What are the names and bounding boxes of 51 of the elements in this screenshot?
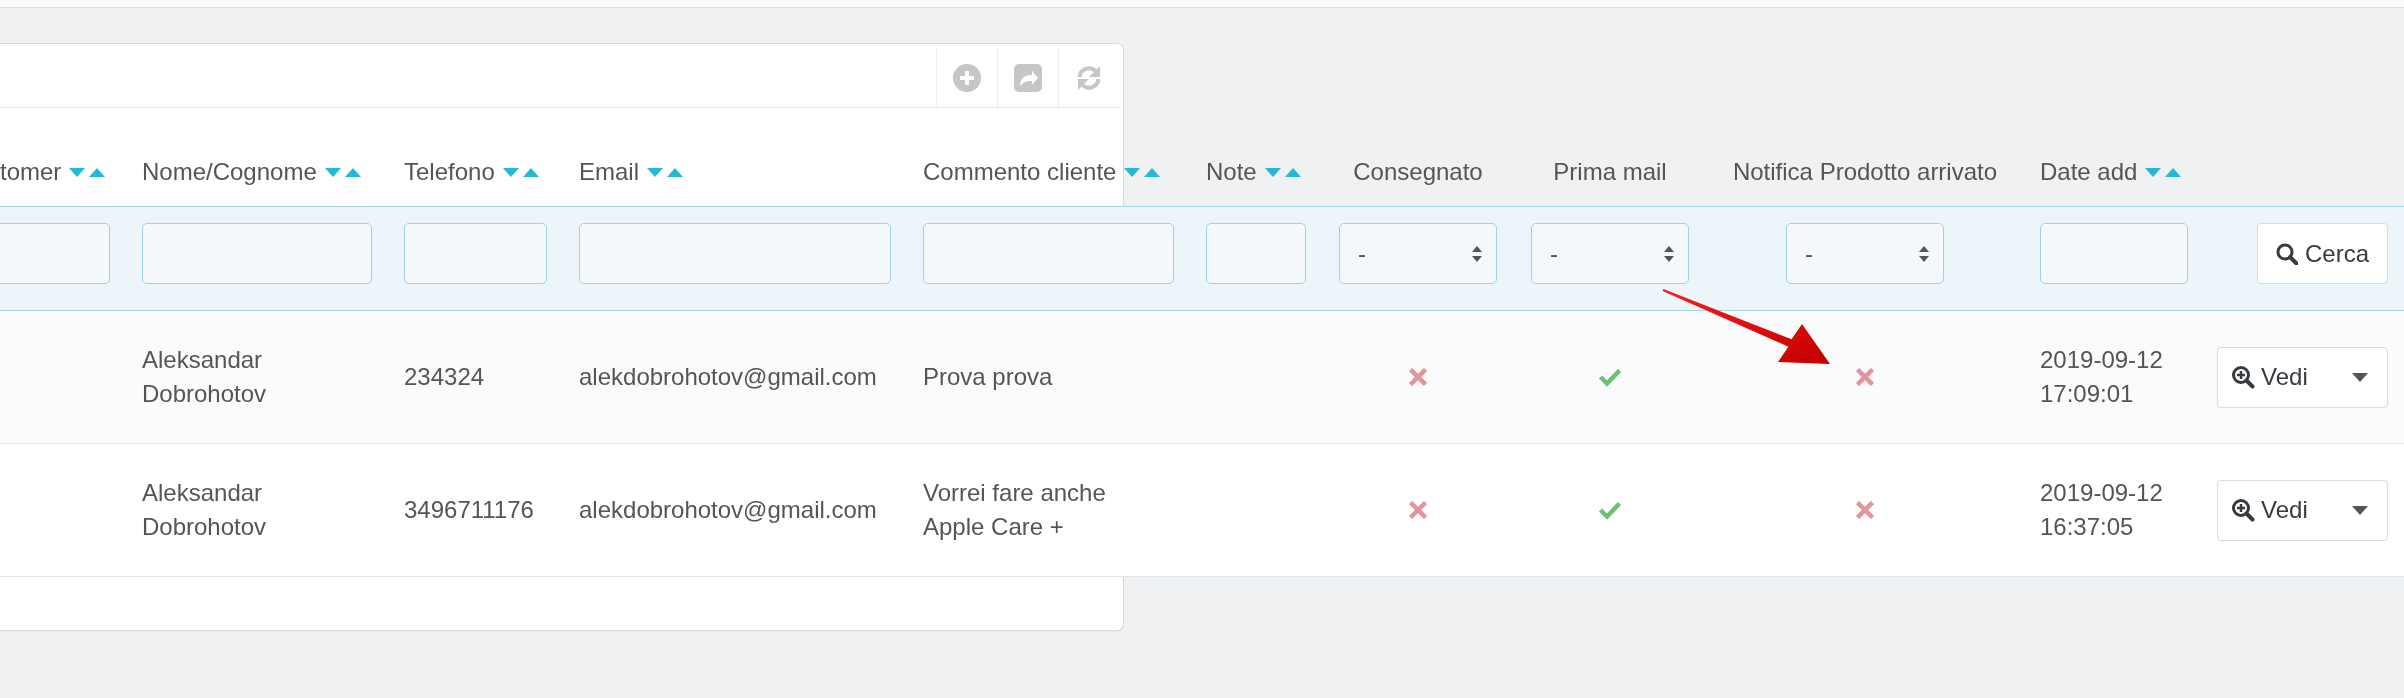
search-icon bbox=[2276, 242, 2298, 265]
zoom-in-icon bbox=[2231, 365, 2255, 389]
filter-select[interactable]: - bbox=[1339, 223, 1497, 284]
filter-input[interactable] bbox=[142, 223, 372, 284]
column-header: tomer bbox=[0, 157, 62, 187]
view-button[interactable]: Vedi bbox=[2218, 480, 2322, 540]
refresh-icon[interactable] bbox=[1075, 63, 1103, 92]
email-address: alekdobrohotov@gmail.com bbox=[579, 495, 877, 525]
email-address: alekdobrohotov@gmail.com bbox=[579, 362, 877, 392]
date-added: 2019-09-12 16:37:05 bbox=[2040, 478, 2164, 542]
updown-arrows-icon bbox=[1919, 244, 1929, 263]
updown-arrows-icon bbox=[1472, 244, 1482, 263]
filter-input[interactable] bbox=[579, 223, 891, 284]
filter-input[interactable] bbox=[2040, 223, 2188, 284]
column-header: Notifica Prodotto arrivato bbox=[1732, 157, 1998, 187]
filter-input[interactable] bbox=[404, 223, 547, 284]
sort-arrows-icon[interactable] bbox=[2145, 167, 2182, 177]
share-icon[interactable] bbox=[1014, 63, 1042, 92]
filter-select[interactable]: - bbox=[1786, 223, 1944, 284]
customer-name: Aleksandar Dobrohotov bbox=[142, 478, 268, 542]
caret-down-icon bbox=[2351, 505, 2368, 515]
phone-number: 234324 bbox=[404, 362, 485, 392]
caret-down-icon bbox=[2351, 372, 2368, 382]
customer-comment: Prova prova bbox=[923, 362, 1053, 392]
column-header: Commento cliente bbox=[923, 157, 1117, 187]
updown-arrows-icon bbox=[1664, 244, 1674, 263]
filter-select[interactable]: - bbox=[1531, 223, 1689, 284]
zoom-in-icon bbox=[2231, 498, 2255, 522]
plus-circle-icon[interactable] bbox=[953, 63, 981, 92]
sort-arrows-icon[interactable] bbox=[324, 167, 361, 177]
filter-input[interactable] bbox=[1206, 223, 1306, 284]
customer-name: Aleksandar Dobrohotov bbox=[142, 345, 268, 409]
sort-arrows-icon[interactable] bbox=[1124, 167, 1161, 177]
column-header: Telefono bbox=[404, 157, 495, 187]
column-header: Consegnato bbox=[1353, 157, 1483, 187]
sort-arrows-icon[interactable] bbox=[647, 167, 683, 177]
phone-number: 3496711176 bbox=[404, 495, 534, 525]
customer-comment: Vorrei fare anche Apple Care + bbox=[923, 478, 1107, 542]
sort-arrows-icon[interactable] bbox=[502, 167, 539, 177]
column-header: Note bbox=[1206, 157, 1257, 187]
filter-input[interactable] bbox=[923, 223, 1174, 284]
column-header: Prima mail bbox=[1553, 157, 1667, 187]
sort-arrows-icon[interactable] bbox=[69, 167, 106, 177]
date-added: 2019-09-12 17:09:01 bbox=[2040, 345, 2164, 409]
column-header: Date add bbox=[2040, 157, 2138, 187]
filter-input[interactable] bbox=[0, 223, 110, 284]
column-header: Email bbox=[579, 157, 639, 187]
column-header: Nome/Cognome bbox=[142, 157, 317, 187]
sort-arrows-icon[interactable] bbox=[1264, 167, 1301, 177]
search-button[interactable]: Cerca bbox=[2257, 223, 2388, 284]
view-button[interactable]: Vedi bbox=[2218, 347, 2322, 407]
